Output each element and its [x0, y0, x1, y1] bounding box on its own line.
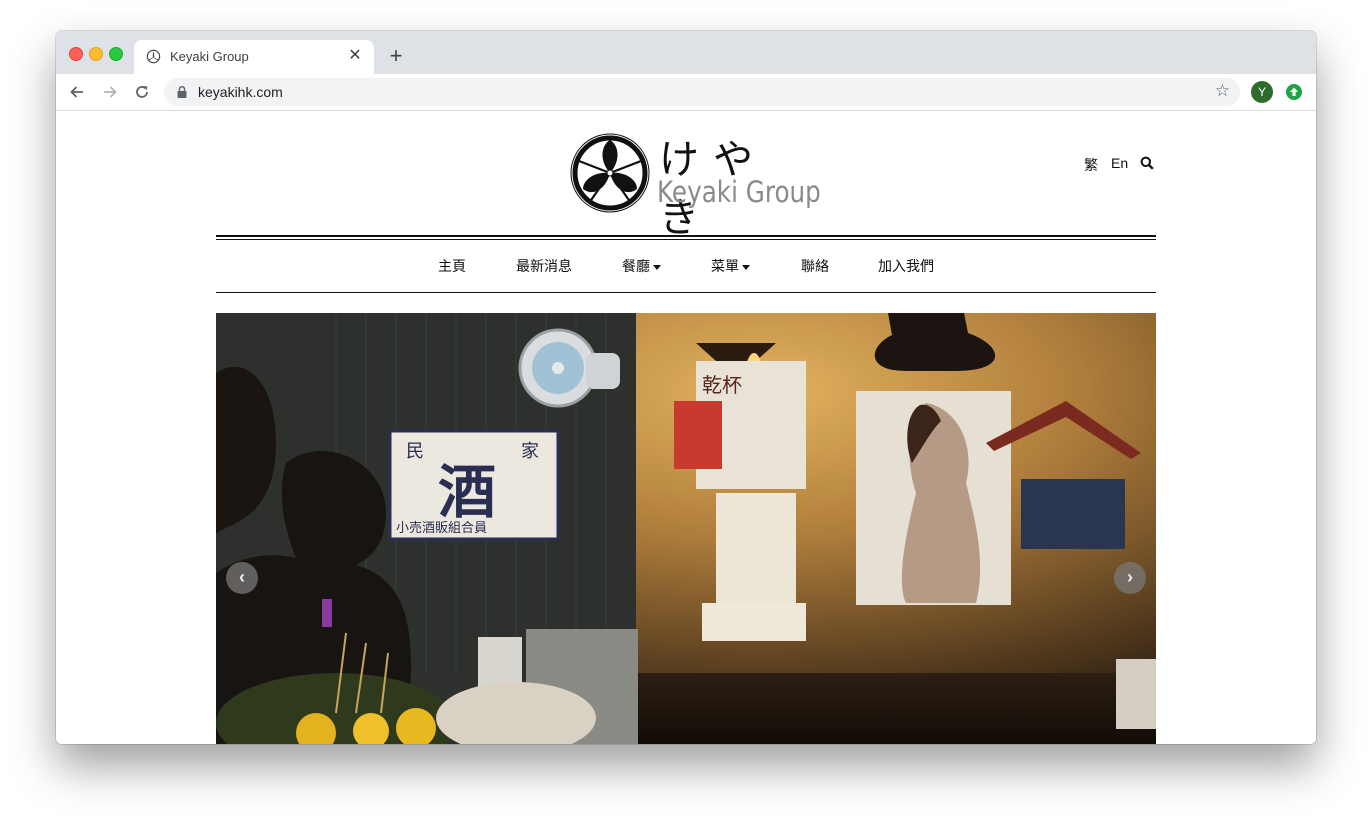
sake-sign-top-right: 家 [521, 441, 539, 462]
nav-home[interactable]: 主頁 [438, 256, 466, 276]
search-icon[interactable] [1140, 156, 1154, 170]
nav-news[interactable]: 最新消息 [516, 256, 572, 276]
keyaki-logo[interactable]: けやき Keyaki Group [569, 131, 821, 241]
tab-title: Keyaki Group [170, 49, 249, 64]
caret-down-icon [653, 264, 661, 270]
back-icon[interactable] [65, 80, 89, 104]
extension-icon[interactable] [1286, 84, 1302, 100]
lang-english[interactable]: En [1111, 155, 1128, 171]
star-icon[interactable]: ☆ [1215, 81, 1230, 101]
carousel-next-button[interactable]: › [1114, 562, 1146, 594]
web-page: けやき Keyaki Group 繁 En 主頁 最新消息 餐廳 菜單 聯絡 加… [56, 111, 1316, 744]
browser-window: Keyaki Group ✕ + keyakihk.com ☆ Y けやき Ke… [56, 31, 1316, 744]
lang-traditional-chinese[interactable]: 繁 [1084, 155, 1098, 175]
tab-strip: Keyaki Group ✕ + [56, 31, 1316, 74]
nav-menu-label: 菜單 [711, 258, 739, 274]
logo-english-text: Keyaki Group [657, 175, 821, 209]
close-window-button[interactable] [69, 47, 83, 61]
zoom-window-button[interactable] [109, 47, 123, 61]
close-tab-icon[interactable]: ✕ [346, 46, 364, 66]
nav-rule-top-thin [216, 239, 1156, 240]
tab-keyaki-group[interactable]: Keyaki Group ✕ [134, 40, 374, 74]
caret-down-icon [742, 264, 750, 270]
izakaya-photo [216, 313, 1156, 744]
mercedes-favicon-icon [146, 49, 161, 64]
kanpai-poster-text: 乾杯 [702, 373, 742, 397]
minimize-window-button[interactable] [89, 47, 103, 61]
nav-contact[interactable]: 聯絡 [801, 256, 829, 276]
sake-sign-top-left: 民 [406, 441, 424, 462]
url-text: keyakihk.com [198, 84, 283, 100]
nav-menu[interactable]: 菜單 [711, 256, 750, 276]
nav-restaurants-label: 餐廳 [622, 258, 650, 274]
nav-join-us[interactable]: 加入我們 [878, 256, 934, 276]
profile-avatar[interactable]: Y [1251, 81, 1273, 103]
hero-carousel[interactable]: 民 家 酒 小売酒販組合員 乾杯 ‹ › [216, 313, 1156, 744]
forward-icon[interactable] [98, 80, 122, 104]
browser-toolbar: keyakihk.com ☆ Y [56, 74, 1316, 111]
lock-icon [177, 85, 187, 98]
reload-icon[interactable] [130, 80, 154, 104]
nav-rule-bottom [216, 292, 1156, 293]
address-bar[interactable]: keyakihk.com ☆ [164, 78, 1240, 106]
nav-rule-top [216, 235, 1156, 237]
sake-sign-bottom: 小売酒販組合員 [396, 521, 488, 536]
carousel-prev-button[interactable]: ‹ [226, 562, 258, 594]
nav-restaurants[interactable]: 餐廳 [622, 256, 661, 276]
new-tab-button[interactable]: + [386, 44, 406, 68]
